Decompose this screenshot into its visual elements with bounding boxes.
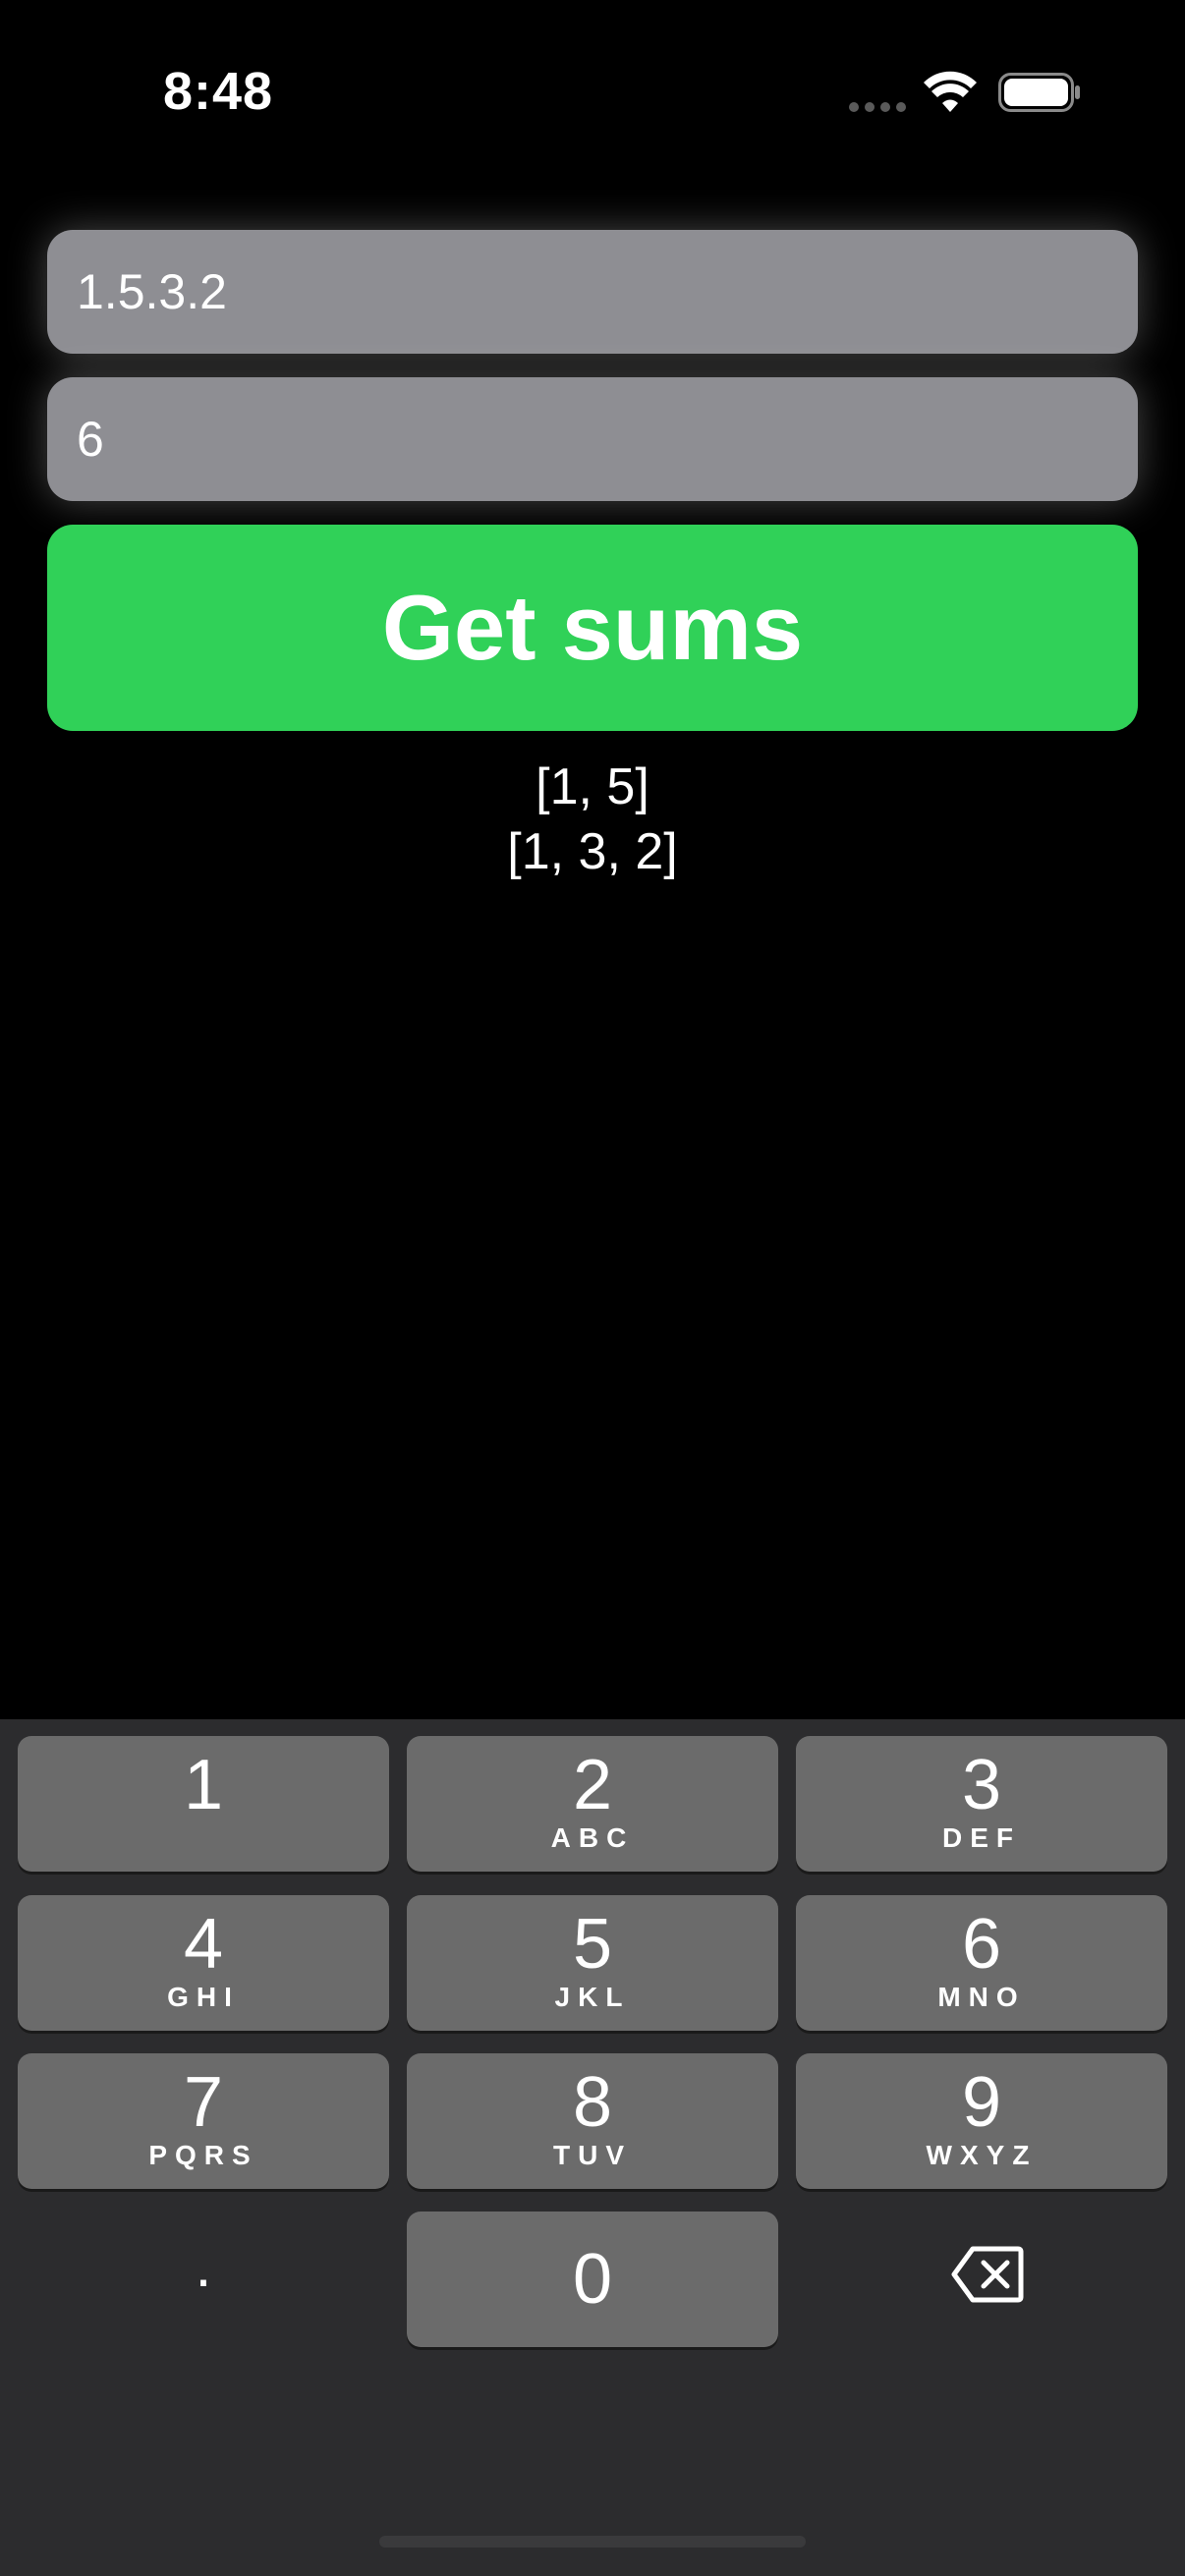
key-4[interactable]: 4 GHI [18, 1895, 389, 2031]
key-letters: TUV [553, 2140, 632, 2170]
key-digit: 4 [183, 1905, 224, 1984]
key-letters: PQRS [148, 2140, 258, 2170]
result-line: [1, 3, 2] [507, 823, 678, 880]
key-letters: JKL [554, 1982, 631, 2012]
key-digit: 3 [961, 1746, 1002, 1824]
key-digit: 9 [961, 2063, 1002, 2142]
status-time: 8:48 [163, 62, 274, 121]
key-6[interactable]: 6 MNO [796, 1895, 1167, 2031]
key-dot-label: . [195, 2233, 212, 2299]
key-5[interactable]: 5 JKL [407, 1895, 778, 2031]
key-letters: MNO [937, 1982, 1026, 2012]
key-decimal-point[interactable]: . [18, 2212, 389, 2347]
key-8[interactable]: 8 TUV [407, 2053, 778, 2189]
wifi-icon [924, 71, 977, 112]
key-letters: GHI [167, 1982, 240, 2012]
key-9[interactable]: 9 WXYZ [796, 2053, 1167, 2189]
key-digit: 6 [961, 1905, 1002, 1984]
battery-icon [998, 73, 1080, 112]
home-indicator [379, 2536, 806, 2548]
status-bar: 8:48 [0, 0, 1185, 147]
cellular-signal-icon [849, 102, 908, 114]
target-sum-input[interactable]: 6 [47, 377, 1138, 501]
key-digit: 8 [572, 2063, 613, 2142]
key-digit: 2 [572, 1746, 613, 1824]
key-digit: 0 [572, 2240, 613, 2319]
delete-backspace-icon[interactable] [951, 2246, 1024, 2303]
key-digit: 5 [572, 1905, 613, 1984]
key-letters: DEF [942, 1822, 1021, 1853]
key-0[interactable]: 0 [407, 2212, 778, 2347]
target-sum-input-value: 6 [77, 412, 104, 467]
get-sums-button[interactable]: Get sums [47, 525, 1138, 731]
numbers-input[interactable]: 1.5.3.2 [47, 230, 1138, 354]
results-list: [1, 5] [1, 3, 2] [0, 755, 1185, 884]
key-7[interactable]: 7 PQRS [18, 2053, 389, 2189]
numbers-input-value: 1.5.3.2 [77, 264, 227, 319]
key-digit: 7 [183, 2063, 224, 2142]
key-2[interactable]: 2 ABC [407, 1736, 778, 1872]
key-3[interactable]: 3 DEF [796, 1736, 1167, 1872]
key-letters: WXYZ [926, 2140, 1038, 2170]
key-letters: ABC [550, 1822, 635, 1853]
key-digit: 1 [183, 1746, 224, 1824]
result-line: [1, 5] [536, 758, 649, 815]
get-sums-button-label: Get sums [381, 576, 804, 679]
key-1[interactable]: 1 [18, 1736, 389, 1872]
